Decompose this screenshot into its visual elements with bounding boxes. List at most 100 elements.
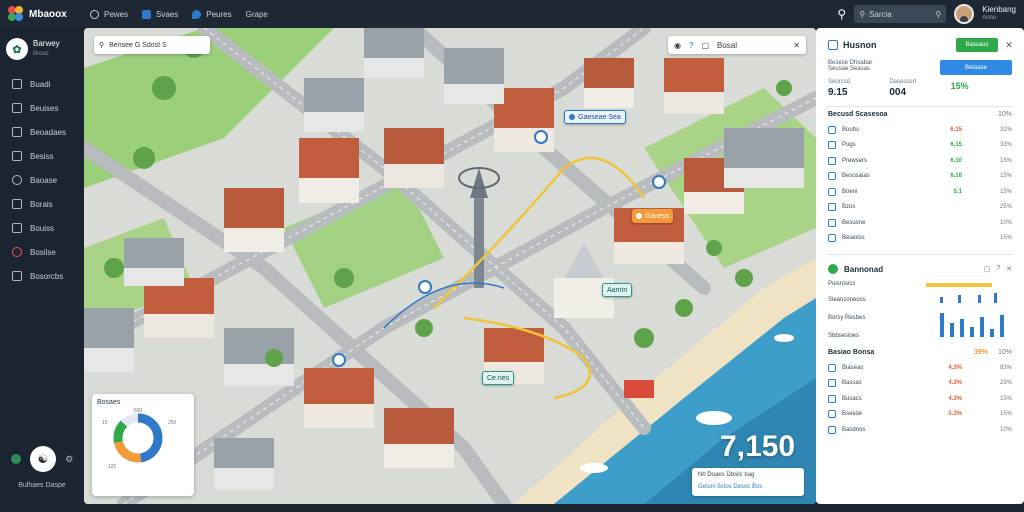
clock-icon [90,9,99,19]
map-search-icon: ⚲ [99,42,105,49]
table-row[interactable]: Bzos 25% [816,200,1024,216]
close-icon[interactable]: ✕ [1004,40,1014,51]
user-info[interactable]: Kienbang Annu [982,5,1016,23]
expand-icon[interactable]: ▢ [984,265,991,273]
row-percent: 15% [999,173,1012,180]
table-row[interactable]: Besusne 10% [816,215,1024,231]
metric-label: Seorcsd [828,79,851,85]
pin-icon [192,9,202,19]
row-label: Besusne [842,219,866,226]
row-label: Besosaias [842,173,870,180]
row-percent: 23% [999,380,1012,387]
section-title: Bannonad [844,264,884,274]
table-row[interactable]: Prewsers 6.10 15% [816,153,1024,169]
secondary-action-button[interactable]: Betaase [940,60,1012,75]
status-icon [828,264,838,274]
brand[interactable]: Mbaoox [0,6,84,22]
sidebar-profile[interactable]: ✿ Barwey Broas [0,28,84,72]
section-bar-chart: Puisrosics Sieanzoneoss Borsy Resbes Sbb… [828,281,1004,339]
map-marker-2[interactable] [652,175,666,189]
sidebar-item-label: Bouiss [30,223,55,233]
map-pin-2[interactable]: Ganess [632,209,674,223]
table-row[interactable]: Busacs 4.3% 15% [816,391,1024,407]
map-marker-4[interactable] [332,353,346,367]
table-row[interactable]: Beiaoiss 15% [816,231,1024,247]
table-row[interactable]: Bseese 5.3% 15% [816,407,1024,423]
brand-name: Mbaoox [29,8,67,20]
table-row[interactable]: Basdnos 10% [816,422,1024,438]
table-row[interactable]: Pugs 6.15 33% [816,138,1024,154]
row-label: Prewsers [842,157,868,164]
row-percent: 15% [999,157,1012,164]
home-icon [12,79,22,89]
sidebar-item-7[interactable]: Bouiss [0,216,84,240]
sidebar-item-label: Bosilse [30,247,56,257]
user-avatar[interactable]: ☯ [29,446,56,472]
row-icon [828,410,836,419]
row-percent: 15% [999,395,1012,402]
nav-item-label: Pewes [104,9,129,19]
user-sub: Annu [982,15,997,21]
section-line-4: Sbbsesioes [828,333,859,339]
search-submit-icon[interactable]: ⚲ [935,10,941,19]
row-value: 6.15 [950,126,962,133]
table2-header: Basiao Bonsa 39% 10% [816,345,1024,360]
map-pin-4[interactable]: Ce.nes [482,371,515,385]
close-icon[interactable]: ✕ [793,41,800,50]
table-row[interactable]: Besosaias 6.16 15% [816,169,1024,185]
sidebar-item-label: Borais [30,199,53,209]
primary-action-button[interactable]: Bassaus [956,38,998,52]
metric-1: Seorcsd 9.15 [828,79,889,98]
map-pin-1[interactable]: Gaeseae Sea [564,110,626,124]
close-icon[interactable]: ✕ [1006,265,1012,273]
city-map[interactable]: ⚲ Bensee G Sdost S ◉ ? ▢ Bosal ✕ Gaeseae… [84,28,816,504]
map-marker-3[interactable] [418,280,432,294]
table-row[interactable]: Boeni 5.1 15% [816,184,1024,200]
help-icon[interactable]: ? [996,265,1000,273]
help-icon[interactable]: ? [689,41,693,50]
sidebar-item-3[interactable]: Beoadaes [0,120,84,144]
sidebar-item-6[interactable]: Borais [0,192,84,216]
sidebar-item-5[interactable]: Baoase [0,168,84,192]
briefcase-icon [12,127,22,137]
map-search-input[interactable]: ⚲ Bensee G Sdost S [94,36,210,54]
table-row[interactable]: Bouhs 6.15 32% [816,122,1024,138]
sidebar-item-4[interactable]: Besiss [0,144,84,168]
locate-icon[interactable]: ◉ [674,41,681,50]
table-row[interactable]: Bassas 4.3% 23% [816,376,1024,392]
map-pin-3[interactable]: Aamtn [602,283,633,297]
search-small-icon: ⚲ [859,9,866,19]
sidebar-item-2[interactable]: Beuises [0,96,84,120]
nav-item-label: Svaes [156,9,179,19]
row-percent: 10% [999,426,1012,433]
row-label: Bassas [842,380,862,387]
row-icon [828,172,836,181]
sidebar-bottom: ☯ ⚙ Bulhaes Daspe [0,446,84,489]
map-marker-1[interactable] [534,130,548,144]
layers-map-icon[interactable]: ▢ [701,41,709,50]
sidebar-item-8[interactable]: Bosilse [0,240,84,264]
nav-item-4[interactable]: Grape [246,10,268,19]
sidebar-item-1[interactable]: Buadi [0,72,84,96]
stat-line-1: Nh Doaes Dbslic bag [698,472,755,478]
profile-title: Barwey [33,39,60,48]
metric-2: Dasesosrt 004 [889,79,950,98]
nav-item-2[interactable]: Svaes [142,9,179,19]
search-input[interactable]: ⚲ Sarcia ⚲ [854,5,947,23]
metric-value: 15% [950,81,969,91]
sidebar-item-label: Buadi [30,79,51,89]
settings-small-icon[interactable]: ⚙ [65,454,73,465]
row-icon [828,156,836,165]
nav-item-3[interactable]: Peures [192,9,232,19]
nav-item-1[interactable]: Pewes [90,9,129,19]
sidebar-item-9[interactable]: Bosorcbs [0,264,84,288]
section-line-2: Sieanzoneoss [828,297,866,303]
metric-label: Dasesosrt [889,79,917,85]
stat-line-2: Geson 5ctos Desoc Bos [698,484,763,490]
section-line-3: Borsy Resbes [828,315,865,321]
pin-label: Gaeseae Sea [578,113,621,121]
table-header: Becusd Scasesoa 10% [816,107,1024,122]
table-row[interactable]: Biaseas 4.3% 83% [816,360,1024,376]
avatar[interactable] [954,4,975,24]
search-icon[interactable]: ⚲ [837,7,846,21]
